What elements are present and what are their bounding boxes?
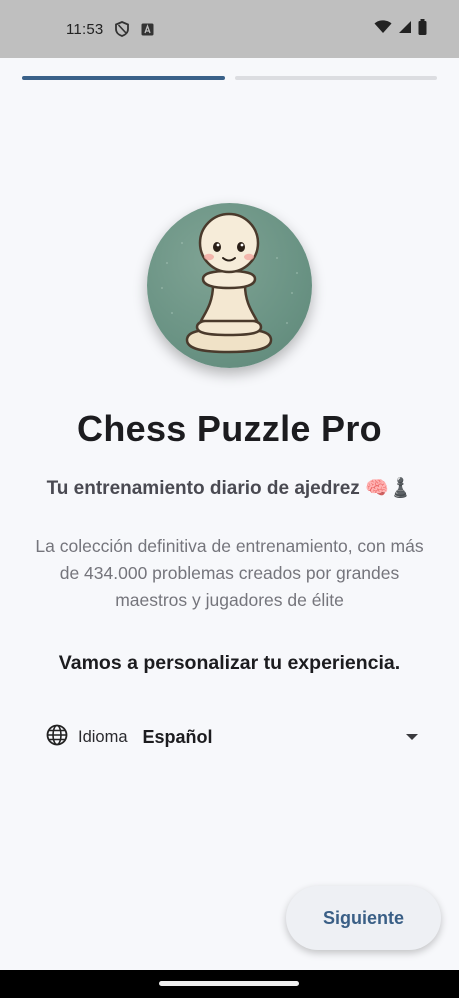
status-bar: 11:53 — [0, 0, 459, 58]
status-time: 11:53 — [66, 20, 104, 38]
progress-step-2 — [234, 76, 437, 80]
language-label: Idioma — [78, 727, 128, 746]
pawn-mascot-icon — [161, 212, 298, 354]
language-value[interactable]: Español — [143, 727, 213, 748]
language-selector[interactable]: Idioma Español — [46, 720, 418, 754]
globe-icon — [46, 724, 68, 751]
progress-step-1 — [22, 76, 225, 80]
signal-icon — [398, 20, 412, 39]
battery-icon — [418, 18, 427, 40]
app-description: La colección definitiva de entrenamiento… — [35, 536, 424, 610]
wifi-icon — [374, 19, 392, 39]
home-gesture-handle[interactable] — [159, 981, 299, 986]
app-subtitle: Tu entrenamiento diario de ajedrez 🧠♟️ — [46, 478, 413, 499]
a-box-icon — [141, 23, 154, 36]
shield-icon — [115, 21, 130, 37]
onboarding-progress — [22, 76, 437, 81]
personalize-prompt: Vamos a personalizar tu experiencia. — [58, 652, 401, 674]
navigation-bar — [0, 970, 459, 998]
app-logo — [147, 203, 312, 368]
next-button[interactable]: Siguiente — [286, 886, 441, 950]
app-title: Chess Puzzle Pro — [77, 408, 382, 449]
dropdown-arrow-icon[interactable] — [406, 734, 418, 740]
